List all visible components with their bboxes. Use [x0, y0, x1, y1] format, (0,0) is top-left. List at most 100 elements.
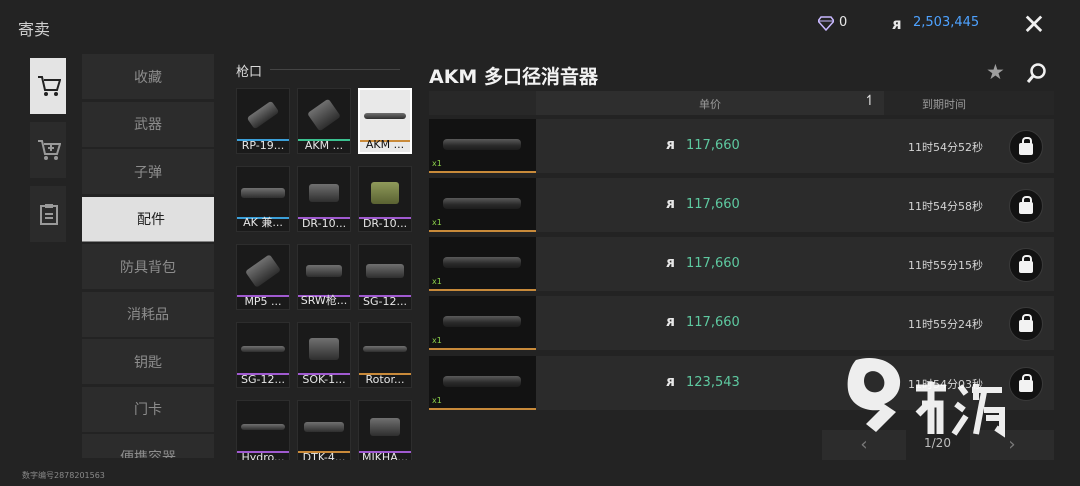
listing-image: x1 [429, 237, 536, 291]
item-label: RP-19... [241, 139, 285, 152]
item-thumbnail [363, 327, 407, 371]
item-cell[interactable]: MIKHA... [358, 400, 412, 460]
grid-section-label: 枪口 [236, 65, 263, 80]
listing-row[interactable]: x1 ᴙ 117,660 11时55分15秒 [429, 237, 1054, 291]
listing-row[interactable]: x1 ᴙ 117,660 11时54分52秒 [429, 119, 1054, 173]
coin-amount: 2,503,445 [913, 15, 980, 30]
quantity-tag: x1 [432, 218, 442, 227]
side-tab-list[interactable] [30, 186, 66, 242]
category-containers[interactable]: 便携容器 [82, 434, 214, 458]
bag-icon [1019, 195, 1033, 214]
item-thumbnail [363, 171, 407, 215]
listing-row[interactable]: x1 ᴙ 117,660 11时55分24秒 [429, 296, 1054, 350]
bag-icon [1019, 136, 1033, 155]
listing-row[interactable]: x1 ᴙ 117,660 11时54分58秒 [429, 178, 1054, 232]
item-cell[interactable]: SG-12... [358, 244, 412, 310]
item-cell[interactable]: DR-10... [297, 166, 351, 232]
item-thumbnail [241, 249, 285, 293]
item-label: SOK-1... [302, 373, 346, 386]
item-cell[interactable]: RP-19... [236, 88, 290, 154]
item-thumbnail [241, 327, 285, 371]
bag-icon [1019, 254, 1033, 273]
suppressor-image [443, 198, 521, 209]
close-button[interactable]: ✕ [1014, 8, 1054, 42]
item-thumbnail [302, 405, 346, 449]
footer-id: 数字编号2878201563 [22, 471, 105, 480]
item-cell[interactable]: SG-12... [236, 322, 290, 388]
item-thumbnail [241, 405, 285, 449]
listing-image: x1 [429, 296, 536, 350]
search-icon[interactable] [1026, 62, 1048, 84]
item-label: AKM ... [365, 138, 405, 151]
coin-icon: ᴙ [666, 255, 675, 271]
item-cell[interactable]: Hydro... [236, 400, 290, 460]
side-tab-sell[interactable] [30, 122, 66, 178]
category-keycards[interactable]: 门卡 [82, 386, 214, 432]
gem-icon [818, 16, 834, 31]
category-attachments[interactable]: 配件 [82, 196, 214, 242]
quantity-tag: x1 [432, 277, 442, 286]
item-label: DR-10... [362, 217, 408, 230]
item-cell[interactable]: AKM ... [358, 88, 412, 154]
listing-image: x1 [429, 119, 536, 173]
category-weapons[interactable]: 武器 [82, 101, 214, 147]
suppressor-image [443, 257, 521, 268]
header-image-col [429, 91, 536, 115]
item-cell[interactable]: SRW枪... [297, 244, 351, 310]
cart-add-icon [38, 140, 61, 160]
item-thumbnail [302, 327, 346, 371]
category-keys[interactable]: 钥匙 [82, 339, 214, 384]
item-label: SG-12... [241, 373, 285, 386]
coin-icon: ᴙ [666, 196, 675, 212]
listing-expire: 11时54分52秒 [908, 141, 983, 154]
listing-price: 117,660 [686, 315, 740, 330]
cart-icon [38, 76, 61, 96]
coin-icon: ᴙ [666, 314, 675, 330]
item-thumbnail [302, 171, 346, 215]
buy-button[interactable] [1009, 130, 1043, 164]
listing-price: 123,543 [686, 375, 740, 390]
category-consumables[interactable]: 消耗品 [82, 291, 214, 337]
buy-button[interactable] [1009, 307, 1043, 341]
item-cell[interactable]: MP5 ... [236, 244, 290, 310]
item-thumbnail [241, 171, 285, 215]
watermark-logo [847, 358, 1005, 438]
buy-button[interactable] [1009, 189, 1043, 223]
item-cell[interactable]: DTK-4... [297, 400, 351, 460]
page-title: 寄卖 [18, 20, 51, 39]
favorite-star-icon[interactable]: ★ [986, 60, 1005, 84]
quantity-tag: x1 [432, 336, 442, 345]
item-thumbnail [241, 93, 285, 137]
item-cell[interactable]: DR-10... [358, 166, 412, 232]
item-thumbnail [363, 405, 407, 449]
category-list: 收藏 武器 子弹 配件 防具背包 消耗品 钥匙 门卡 便携容器 [82, 54, 214, 458]
buy-button[interactable] [1009, 248, 1043, 282]
coin-icon: ᴙ [892, 15, 902, 33]
gem-count: 0 [839, 15, 848, 30]
item-label: AKM ... [304, 139, 344, 152]
category-armor-backpack[interactable]: 防具背包 [82, 244, 214, 289]
item-label: SG-12... [363, 295, 407, 308]
item-label: MP5 ... [244, 295, 282, 308]
bag-icon [1019, 313, 1033, 332]
header-expire-label[interactable]: 到期时间 [922, 96, 966, 112]
listing-header: 单价 ↿ 到期时间 [429, 91, 1054, 115]
category-ammo[interactable]: 子弹 [82, 149, 214, 194]
item-cell[interactable]: SOK-1... [297, 322, 351, 388]
category-favorites[interactable]: 收藏 [82, 54, 214, 99]
coin-icon: ᴙ [666, 374, 675, 390]
item-label: DR-10... [301, 217, 347, 230]
item-thumbnail [363, 249, 407, 293]
header-price-label[interactable]: 单价 [699, 96, 721, 112]
item-cell[interactable]: AK 兼... [236, 166, 290, 232]
listing-price: 117,660 [686, 256, 740, 271]
item-cell[interactable]: Rotor... [358, 322, 412, 388]
listing-price: 117,660 [686, 197, 740, 212]
coin-icon: ᴙ [666, 137, 675, 153]
suppressor-image [443, 316, 521, 327]
side-tab-market[interactable] [30, 58, 66, 114]
listing-expire: 11时55分15秒 [908, 259, 983, 272]
sort-icon[interactable]: ↿ [864, 93, 876, 109]
quantity-tag: x1 [432, 159, 442, 168]
item-cell[interactable]: AKM ... [297, 88, 351, 154]
